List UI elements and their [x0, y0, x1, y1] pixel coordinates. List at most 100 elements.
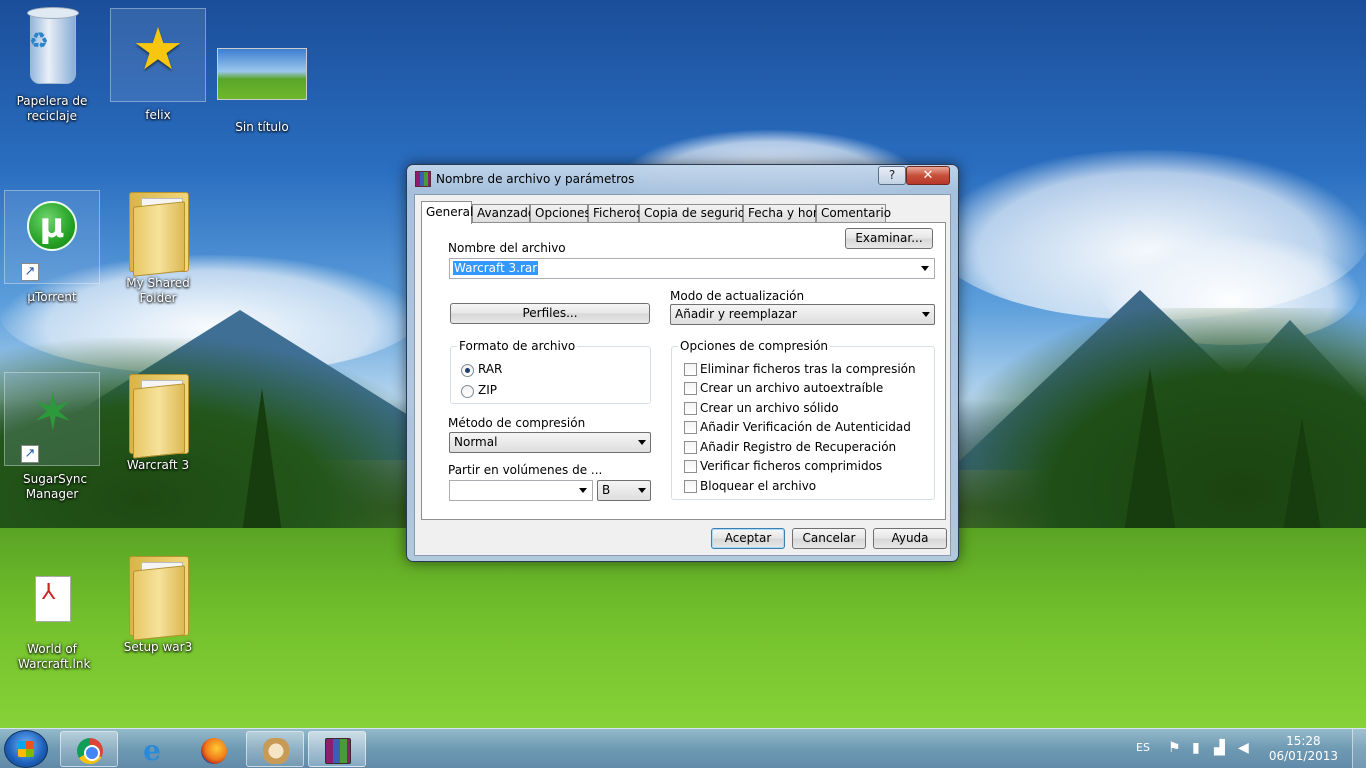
dialog-title: Nombre de archivo y parámetros	[436, 172, 635, 186]
split-unit-value: B	[602, 483, 611, 497]
desktop-icon-label: World of Warcraft.lnk	[18, 642, 91, 671]
desktop-icon-label: µTorrent	[27, 290, 77, 304]
shortcut-arrow-icon: ↗	[21, 263, 39, 281]
checkbox[interactable]	[684, 363, 697, 376]
archive-name-value: Warcraft 3.rar	[453, 261, 539, 275]
compression-options-group: Opciones de compresión Eliminar ficheros…	[671, 339, 935, 500]
tab-general[interactable]: General	[421, 201, 473, 224]
split-volumes-combo[interactable]	[449, 480, 593, 501]
show-desktop-button[interactable]	[1352, 729, 1366, 769]
network-signal-icon[interactable]: ▟	[1214, 741, 1225, 755]
compression-method-value: Normal	[454, 435, 498, 449]
checkbox[interactable]	[684, 421, 697, 434]
chevron-down-icon	[638, 488, 646, 493]
folder-icon	[123, 190, 193, 277]
cancel-button[interactable]: Cancelar	[792, 528, 866, 549]
language-indicator[interactable]: ES	[1136, 741, 1150, 754]
help-button[interactable]: Ayuda	[873, 528, 947, 549]
start-button[interactable]	[4, 730, 48, 768]
tree	[240, 388, 284, 548]
chevron-down-icon[interactable]	[921, 266, 929, 271]
format-zip-label[interactable]: ZIP	[478, 383, 497, 397]
checkbox[interactable]	[684, 382, 697, 395]
desktop-icon-label: Setup war3	[123, 640, 193, 654]
format-rar-label[interactable]: RAR	[478, 362, 502, 376]
browse-button[interactable]: Examinar...	[845, 228, 933, 249]
action-center-flag-icon[interactable]: ⚑	[1168, 741, 1181, 755]
chevron-down-icon[interactable]	[579, 488, 587, 493]
archive-name-label: Nombre del archivo	[448, 241, 566, 255]
chevron-down-icon	[638, 440, 646, 445]
format-rar-radio[interactable]	[461, 364, 474, 377]
desktop-icon-sin-titulo[interactable]: Sin título	[214, 38, 310, 135]
firefox-icon	[201, 738, 227, 764]
option-label: Añadir Registro de Recuperación	[700, 440, 897, 454]
clock-date: 06/01/2013	[1268, 749, 1338, 763]
option-label: Crear un archivo autoextraíble	[700, 381, 884, 395]
checkbox[interactable]	[684, 441, 697, 454]
taskbar-chrome[interactable]	[60, 731, 118, 767]
desktop-icon-warcraft-3[interactable]: Warcraft 3	[110, 372, 206, 473]
sugarsync-icon: ✶ ↗	[17, 373, 87, 463]
desktop-icon-world-of-warcraft[interactable]: ⅄ World of Warcraft.lnk	[4, 566, 100, 672]
help-title-button[interactable]: ?	[878, 166, 906, 185]
option-label: Verificar ficheros comprimidos	[700, 459, 883, 473]
compression-method-label: Método de compresión	[448, 416, 586, 430]
archive-format-label: Formato de archivo	[457, 339, 578, 353]
compression-method-select[interactable]: Normal	[449, 432, 651, 453]
archive-parameters-dialog: Nombre de archivo y parámetros ? ✕ Gener…	[406, 164, 959, 562]
close-button[interactable]: ✕	[906, 166, 950, 185]
taskbar: e ES ⚑ ▮ ▟ ◀ 15:28 06/01/2013	[0, 728, 1366, 769]
folder-icon	[123, 554, 193, 641]
desktop-icon-setup-war3[interactable]: Setup war3	[110, 554, 206, 655]
desktop-icon-my-shared-folder[interactable]: My Shared Folder	[110, 190, 206, 306]
taskbar-firefox[interactable]	[184, 731, 242, 767]
checkbox[interactable]	[684, 460, 697, 473]
ok-button[interactable]: Aceptar	[711, 528, 785, 549]
desktop-icon-sugarsync[interactable]: ✶ ↗ SugarSync Manager	[4, 372, 100, 501]
taskbar-paint[interactable]	[246, 731, 304, 767]
taskbar-winrar[interactable]	[308, 731, 366, 767]
checkbox[interactable]	[684, 402, 697, 415]
taskbar-internet-explorer[interactable]: e	[122, 731, 180, 767]
battery-icon[interactable]: ▮	[1192, 741, 1200, 755]
winrar-icon	[415, 171, 431, 187]
split-unit-select[interactable]: B	[597, 480, 651, 501]
tab-avanzado[interactable]: Avanzado	[472, 204, 535, 223]
clock[interactable]: 15:28 06/01/2013	[1269, 734, 1338, 764]
option-label: Bloquear el archivo	[700, 479, 817, 493]
paint-icon	[263, 738, 289, 764]
chrome-icon	[77, 738, 103, 764]
tab-fecha-y-hora[interactable]: Fecha y hora	[743, 204, 825, 223]
winrar-icon	[325, 738, 351, 764]
clock-time: 15:28	[1286, 734, 1321, 748]
desktop-icon-recycle-bin[interactable]: ♻ Papelera de reciclaje	[4, 7, 100, 124]
volume-icon[interactable]: ◀	[1238, 741, 1249, 755]
desktop-icon-label: Sin título	[235, 120, 289, 134]
folder-icon	[123, 372, 193, 459]
desktop-icon-utorrent[interactable]: µ ↗ µTorrent	[4, 190, 100, 304]
update-mode-select[interactable]: Añadir y reemplazar	[670, 304, 935, 325]
option-label: Crear un archivo sólido	[700, 401, 839, 415]
format-zip-radio[interactable]	[461, 385, 474, 398]
general-tab-panel: Nombre del archivo Examinar... Warcraft …	[421, 222, 946, 520]
desktop-icon-felix[interactable]: ★ felix	[110, 8, 206, 122]
compression-options-label: Opciones de compresión	[678, 339, 831, 353]
profiles-button[interactable]: Perfiles...	[450, 303, 650, 324]
tab-opciones[interactable]: Opciones	[530, 204, 591, 223]
star-icon: ★	[132, 15, 184, 83]
tab-comentario[interactable]: Comentario	[816, 204, 891, 223]
utorrent-icon: µ ↗	[17, 191, 87, 281]
recycle-bin-icon: ♻	[17, 7, 87, 90]
title-bar[interactable]: Nombre de archivo y parámetros ? ✕	[407, 165, 958, 193]
tab-ficheros[interactable]: Ficheros	[588, 204, 642, 223]
archive-format-group: Formato de archivo RAR ZIP	[450, 339, 651, 404]
tab-copia-de-seguridad[interactable]: Copia de seguridad	[639, 204, 760, 223]
shortcut-arrow-icon: ↗	[21, 445, 39, 463]
desktop-icon-label: Warcraft 3	[126, 458, 190, 472]
pdf-document-icon: ⅄	[17, 566, 87, 638]
archive-name-combo[interactable]: Warcraft 3.rar	[449, 258, 935, 279]
system-tray: ES ⚑ ▮ ▟ ◀ 15:28 06/01/2013	[1136, 729, 1366, 769]
desktop-icon-label: SugarSync Manager	[23, 472, 88, 501]
checkbox[interactable]	[684, 480, 697, 493]
